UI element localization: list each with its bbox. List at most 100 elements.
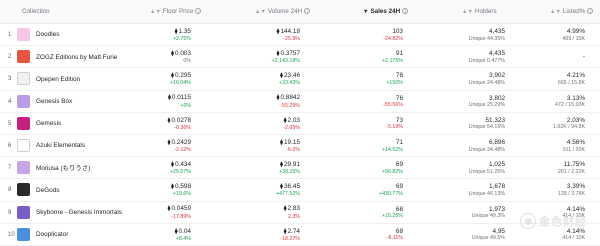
table-row[interactable]: 8 DeGods ⧫0.598 +19.6% ⧫36.45 +477.52% 69 +430.… — [0, 179, 600, 202]
floor-price-change: +19.6% — [172, 191, 191, 198]
rank-number: 8 — [8, 187, 12, 194]
table-row[interactable]: 2 ZOGZ Editions by Matt Furie ⧫0.003 0% ⧫0.3… — [0, 46, 600, 69]
listed-value: 4.21% — [566, 72, 585, 80]
collection-thumbnail[interactable] — [17, 28, 30, 41]
collection-name-link[interactable]: ZOGZ Editions by Matt Furie — [36, 46, 136, 68]
collection-name: ZOGZ Editions by Matt Furie — [36, 53, 118, 61]
holders-value: 51,323 — [485, 116, 505, 124]
collection-thumbnail[interactable] — [17, 72, 30, 86]
listed-count: 499 / 10K — [562, 35, 585, 42]
rank-number: 3 — [8, 76, 12, 83]
collection-name-link[interactable]: DeGods — [36, 179, 136, 201]
table-row[interactable]: 3 Opepen Edition ⧫0.295 +16.04% ⧫23.46 +33.43… — [0, 68, 600, 91]
holders-unique: Unique 25.29% — [468, 102, 505, 109]
eth-icon: ⧫ — [280, 139, 283, 146]
col-holders[interactable]: ▲▼ Holders — [462, 0, 497, 24]
volume-cell: ⧫2.74 -18.27% — [245, 224, 300, 246]
eth-icon: ⧫ — [171, 184, 174, 191]
table-row[interactable]: 1 Doodles ⧫1.35 +2.75% ⧫144.18 -25.9% 103 -24.8… — [0, 24, 600, 47]
sales-value: 68 — [395, 205, 403, 213]
col-sales-24h[interactable]: ▼ Sales 24H i — [363, 0, 409, 24]
floor-price-cell: ⧫0.0459 -17.89% — [135, 202, 191, 224]
sales-change: -5.19% — [386, 124, 403, 131]
sort-icon: ▲▼ — [550, 9, 561, 15]
sales-value: 91 — [395, 50, 403, 58]
watermark-text: 金色财经 — [539, 216, 587, 228]
holders-value: 6,896 — [489, 138, 505, 146]
floor-price-value: 0.434 — [175, 160, 191, 168]
sales-value: 71 — [395, 138, 403, 146]
listed-cell: 2.03% 1.92K / 94.8K — [525, 113, 585, 135]
collection-name-link[interactable]: Opepen Edition — [36, 68, 136, 90]
sales-cell: 91 +2,175% — [345, 46, 403, 68]
floor-price-cell: ⧫0.2429 -2.12% — [135, 135, 191, 157]
col-collection[interactable]: Collection — [22, 0, 50, 24]
holders-unique: Unique 34.48% — [468, 146, 505, 153]
table-row[interactable]: 7 Moriusa (もりうさ) ⧫0.434 +25.07% ⧫29.91 +38.25… — [0, 157, 600, 180]
rank-number: 7 — [8, 165, 12, 172]
col-listed[interactable]: ▲▼ Listed% i — [550, 0, 594, 24]
collection-thumbnail[interactable] — [17, 161, 30, 175]
listed-value: 3.13% — [566, 94, 585, 102]
collection-name-link[interactable]: Moriusa (もりうさ) — [36, 157, 136, 179]
eth-icon: ⧫ — [167, 117, 171, 124]
collection-name: DeGods — [36, 186, 60, 194]
volume-value: 144.18 — [280, 27, 300, 35]
volume-value: 36.45 — [284, 183, 300, 191]
sales-value: 103 — [392, 27, 403, 35]
collection-thumbnail[interactable] — [17, 116, 30, 130]
listed-count: 1.92K / 94.8K — [552, 124, 585, 131]
collection-thumbnail[interactable] — [17, 183, 30, 197]
floor-price-change: -2.12% — [174, 146, 191, 153]
collection-name-link[interactable]: Doodles — [36, 24, 136, 46]
table-row[interactable]: 9 Skyborne - Genesis Immortals ⧫0.0459 -17.… — [0, 202, 600, 224]
table-row[interactable]: 5 Gemesis ⧫0.0278 -0.36% ⧫2.03 -2.65% 73 -5.19%… — [0, 113, 600, 135]
table-row[interactable]: 6 Azuki Elementals ⧫0.2429 -2.12% ⧫19.15 -6.2… — [0, 135, 600, 158]
col-floor-price[interactable]: ▲▼ Floor Price i — [150, 0, 202, 24]
sales-value: 68 — [395, 227, 403, 235]
volume-cell: ⧫0.3757 +2,143.18% — [245, 46, 300, 68]
volume-value: 2.03 — [287, 116, 300, 124]
holders-value: 1,025 — [489, 161, 505, 169]
collection-name: Skyborne - Genesis Immortals — [36, 208, 122, 216]
sales-change: +2,175% — [381, 57, 403, 64]
collection-thumbnail[interactable] — [17, 205, 30, 219]
eth-icon: ⧫ — [280, 184, 283, 191]
volume-change: 2.3% — [287, 213, 300, 220]
sales-change: -8.11% — [386, 235, 403, 242]
col-sales-label: Sales 24H — [370, 8, 401, 15]
collection-name-link[interactable]: Skyborne - Genesis Immortals — [36, 202, 136, 224]
rank-number: 9 — [8, 209, 12, 216]
sales-value: 73 — [395, 116, 403, 124]
collection-name-link[interactable]: Gemesis — [36, 113, 136, 135]
eth-icon: ⧫ — [174, 228, 178, 235]
collection-name-link[interactable]: Azuki Elementals — [36, 135, 136, 157]
watermark-logo-icon — [520, 213, 536, 229]
collection-thumbnail[interactable] — [17, 94, 30, 108]
collection-thumbnail[interactable] — [17, 227, 30, 241]
holders-cell: 3,902 Unique 24.48% — [445, 68, 505, 90]
sales-value: 76 — [395, 94, 403, 102]
volume-change: -25.9% — [283, 35, 300, 42]
table-row[interactable]: 10 Dooplicator ⧫0.04 +8.4% ⧫2.74 -18.27% 68 -8.… — [0, 224, 600, 246]
volume-cell: ⧫144.18 -25.9% — [245, 24, 300, 46]
holders-cell: 3,802 Unique 25.29% — [445, 91, 505, 113]
holders-value: 3,802 — [489, 94, 505, 102]
eth-icon: ⧫ — [276, 50, 280, 57]
sort-icon: ▲▼ — [462, 9, 473, 15]
collection-name: Opepen Edition — [36, 75, 81, 83]
collection-name-link[interactable]: Genesis Box — [36, 91, 136, 113]
rank-number: 6 — [8, 143, 12, 149]
col-volume-24h[interactable]: ▲▼ Volume 24H i — [255, 0, 311, 24]
floor-price-value: 0.0115 — [171, 94, 191, 102]
table-row[interactable]: 4 Genesis Box ⧫0.0115 +6% ⧫0.8842 -55.29% 76 -5… — [0, 91, 600, 113]
volume-value: 19.15 — [284, 138, 300, 146]
collection-thumbnail[interactable] — [17, 139, 30, 152]
eth-icon: ⧫ — [171, 161, 174, 168]
collection-name: Azuki Elementals — [36, 142, 86, 150]
listed-cell: 3.39% 128 / 3.78K — [525, 179, 585, 201]
sales-cell: 68 +15.25% — [345, 202, 403, 224]
volume-value: 0.3757 — [280, 49, 300, 57]
collection-thumbnail[interactable] — [17, 50, 30, 64]
collection-name-link[interactable]: Dooplicator — [36, 224, 136, 246]
